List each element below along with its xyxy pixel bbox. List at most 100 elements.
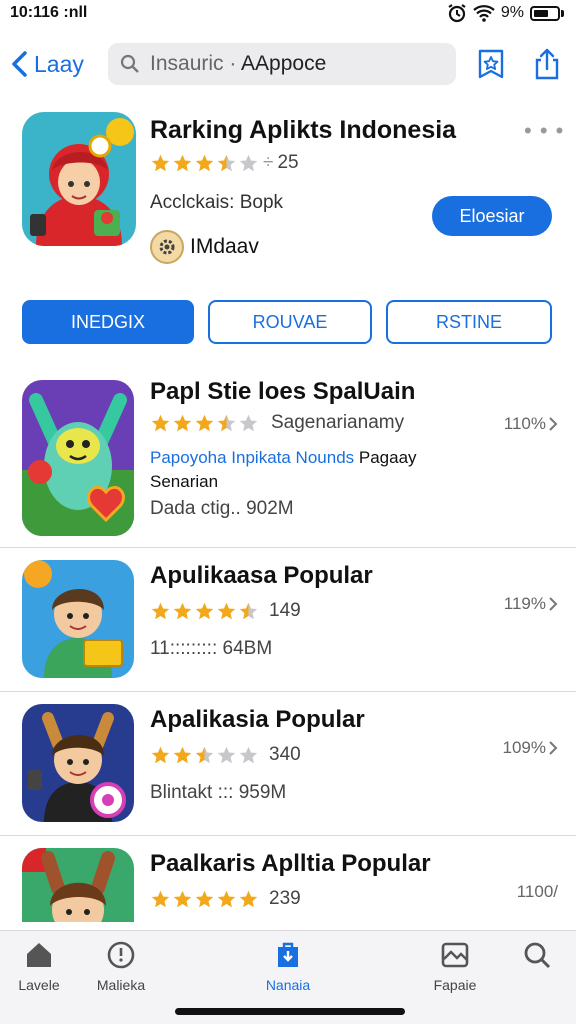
developer-name: IMdaav <box>190 235 259 258</box>
app-stars <box>150 413 259 434</box>
star-icon <box>151 602 170 619</box>
star-icon <box>195 746 214 763</box>
tabbar-label: Lavele <box>18 977 60 993</box>
app-percent[interactable]: 119% <box>504 594 558 614</box>
apps-icon <box>278 942 298 967</box>
app-percent-text: 110% <box>503 414 546 433</box>
app-rating-text: Sagenarianamy <box>271 412 405 433</box>
app-percent[interactable]: 110% <box>504 414 558 434</box>
tabbar-item-lavele[interactable]: Lavele <box>4 939 74 993</box>
app-description-highlight: Papoyoha Inpikata Nounds <box>150 448 355 467</box>
tabbar-item-fapaie[interactable]: Fapaie <box>420 939 490 993</box>
list-item[interactable]: Papl Stie loes SpalUain Sagenarianamy Pa… <box>0 372 576 548</box>
app-rating-text: 239 <box>269 888 301 909</box>
tabbar-item-malieka[interactable]: Malieka <box>86 939 156 993</box>
app-icon <box>22 380 134 536</box>
more-options-icon[interactable]: • • • <box>524 118 564 144</box>
search-field[interactable]: Insauric · AAppoce <box>108 43 456 85</box>
tabbar-item-search[interactable] <box>502 939 572 977</box>
app-rating-text: 149 <box>269 600 301 621</box>
developer-row[interactable]: IMdaav <box>150 230 259 264</box>
app-title: Paalkaris Aplltia Popular <box>150 850 431 877</box>
star-icon <box>195 414 214 431</box>
star-icon <box>173 602 192 619</box>
star-icon <box>195 602 214 619</box>
app-stars <box>150 601 259 622</box>
search-value: AAppoce <box>241 52 327 75</box>
share-icon[interactable] <box>530 47 564 81</box>
star-icon <box>239 414 258 431</box>
star-icon <box>151 154 170 171</box>
app-percent[interactable]: 109% <box>503 738 558 758</box>
search-icon <box>524 942 551 969</box>
tabbar-label: Malieka <box>96 977 146 993</box>
app-percent-text: 119% <box>503 594 546 613</box>
star-icon <box>217 890 236 907</box>
app-percent[interactable]: 1100/ <box>517 882 558 902</box>
featured-category: Acclckais: Bopk <box>150 192 284 213</box>
tab-rouvae[interactable]: ROUVAE <box>208 300 372 344</box>
alarm-icon <box>448 4 466 23</box>
star-icon <box>239 154 258 171</box>
featured-stars <box>150 153 259 174</box>
app-percent-text: 109% <box>502 738 546 757</box>
star-icon <box>217 602 236 619</box>
app-meta: 11::::::::: 64BM <box>150 638 273 659</box>
app-rating: Sagenarianamy <box>150 412 404 434</box>
search-text: Insauric · AAppoce <box>150 52 326 76</box>
app-list: Papl Stie loes SpalUain Sagenarianamy Pa… <box>0 372 576 922</box>
star-icon <box>173 746 192 763</box>
app-title: Apalikasia Popular <box>150 706 365 733</box>
photo-icon <box>441 942 469 968</box>
tabbar-label: Fapaie <box>433 977 477 993</box>
star-icon <box>217 414 236 431</box>
star-icon <box>239 890 258 907</box>
status-bar: 10:116 :nll 9% <box>0 0 576 26</box>
wifi-icon <box>473 5 495 22</box>
list-item[interactable]: Apalikasia Popular 340 Blintakt ::: 959M… <box>0 692 576 836</box>
chevron-right-icon <box>549 741 558 755</box>
star-icon <box>173 414 192 431</box>
search-hint: Insauric · <box>150 52 237 75</box>
list-item[interactable]: Paalkaris Aplltia Popular 239 1100/ <box>0 836 576 922</box>
star-icon <box>195 890 214 907</box>
featured-rating-count: 25 <box>277 152 299 173</box>
app-title: Papl Stie loes SpalUain <box>150 378 416 405</box>
segment-tabs: INEDGIX ROUVAE RSTINE <box>22 300 552 344</box>
battery-nub <box>561 9 564 17</box>
star-icon <box>173 890 192 907</box>
tab-rstine[interactable]: RSTINE <box>386 300 552 344</box>
featured-rating: ÷ 25 <box>150 152 299 174</box>
home-icon <box>27 943 51 967</box>
app-rating: 239 <box>150 888 301 910</box>
list-item[interactable]: Apulikaasa Popular 149 11::::::::: 64BM … <box>0 548 576 692</box>
app-title: Apulikaasa Popular <box>150 562 373 589</box>
battery-percent: 9% <box>500 4 524 21</box>
app-rating: 149 <box>150 600 301 622</box>
search-icon <box>120 54 139 73</box>
app-stars <box>150 745 259 766</box>
featured-app-icon[interactable] <box>22 112 136 246</box>
home-indicator <box>175 1008 405 1015</box>
star-icon <box>217 746 236 763</box>
tabbar-item-nanaia[interactable]: Nanaia <box>253 939 323 993</box>
featured-action-button[interactable]: Eloesiar <box>432 196 552 236</box>
nav-bar: Laay Insauric · AAppoce <box>0 38 576 90</box>
status-time: 10:116 :nll <box>10 4 88 21</box>
star-icon <box>239 746 258 763</box>
app-stars <box>150 889 259 910</box>
app-rating: 340 <box>150 744 301 766</box>
star-icon <box>151 746 170 763</box>
chevron-right-icon <box>549 597 558 611</box>
bookmark-star-icon[interactable] <box>474 47 508 81</box>
tabbar-label: Nanaia <box>265 977 311 993</box>
app-meta: Blintakt ::: 959M <box>150 782 287 803</box>
back-label: Laay <box>34 50 84 77</box>
app-rating-text: 340 <box>269 744 301 765</box>
back-button[interactable]: Laay <box>10 50 102 78</box>
featured-app-title: Rarking Aplikts Indonesia <box>150 116 457 144</box>
app-icon <box>22 560 134 678</box>
chevron-right-icon <box>549 417 558 431</box>
star-icon <box>195 154 214 171</box>
tab-inedgix[interactable]: INEDGIX <box>22 300 194 344</box>
